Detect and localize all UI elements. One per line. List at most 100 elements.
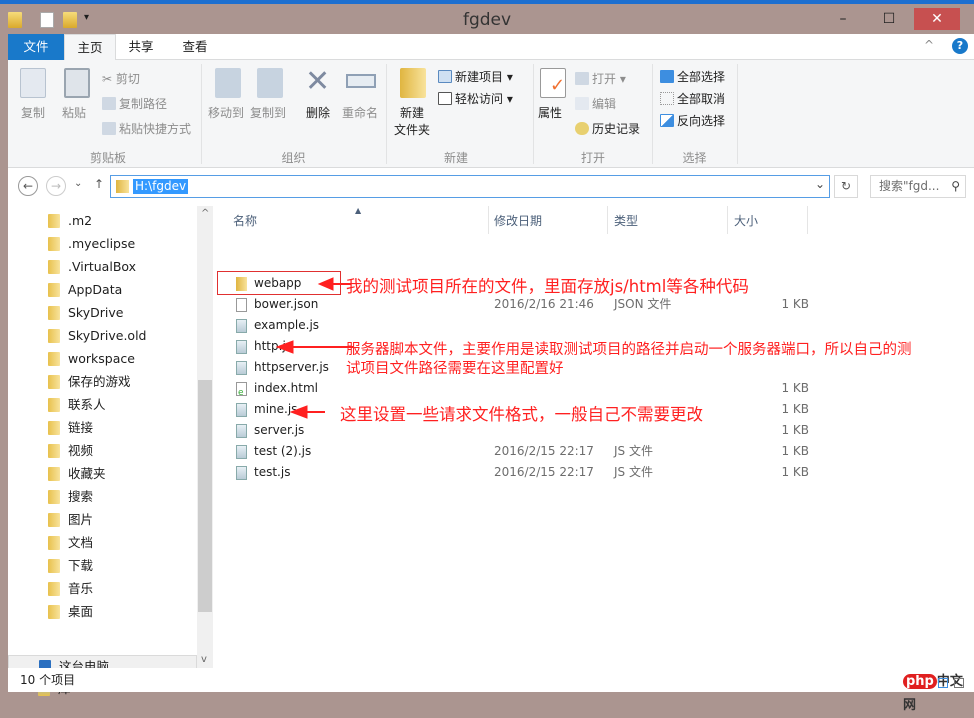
cut-button[interactable]: ✂ 剪切 [102, 70, 140, 87]
select-none-button[interactable]: 全部取消 [660, 90, 725, 107]
sidebar-item[interactable]: 搜索 [8, 486, 198, 508]
copy-button[interactable]: 复制 [21, 104, 45, 121]
paste-shortcut-icon [102, 122, 116, 135]
copy-path-icon [102, 97, 116, 110]
refresh-button[interactable]: ↻ [834, 175, 858, 198]
scroll-up-icon[interactable]: ^ [201, 208, 209, 219]
invert-selection-label: 反向选择 [677, 114, 726, 128]
easy-access-label: 轻松访问 ▾ [455, 92, 513, 106]
folder-icon [48, 214, 60, 228]
sidebar-item[interactable]: SkyDrive.old [8, 325, 198, 347]
folder-icon [48, 490, 60, 504]
sidebar-item[interactable]: 视频 [8, 440, 198, 462]
address-dropdown-icon[interactable]: ⌄ [815, 177, 825, 191]
tab-view[interactable]: 查看 [174, 34, 216, 60]
easy-access-icon [438, 92, 452, 105]
invert-selection-button[interactable]: 反向选择 [660, 112, 725, 129]
sidebar-scroll-thumb[interactable] [198, 380, 212, 612]
sidebar-item-label: 视频 [68, 443, 94, 458]
sidebar-item[interactable]: 文档 [8, 532, 198, 554]
paste-button[interactable]: 粘贴 [62, 104, 86, 121]
sidebar-item-label: 联系人 [68, 397, 106, 412]
collapse-ribbon-icon[interactable]: ^ [924, 38, 934, 52]
new-folder-icon [400, 68, 426, 98]
recent-locations-button[interactable]: ⌄ [74, 178, 82, 189]
up-button[interactable]: ↑ [94, 177, 104, 191]
folder-icon [48, 605, 60, 619]
sidebar-item[interactable]: 图片 [8, 509, 198, 531]
open-label: 打开 ▾ [592, 72, 626, 86]
select-all-button[interactable]: 全部选择 [660, 68, 725, 85]
select-none-label: 全部取消 [677, 92, 726, 106]
tab-home[interactable]: 主页 [64, 34, 116, 61]
sidebar-item[interactable]: workspace [8, 348, 198, 370]
cut-label: 剪切 [115, 72, 140, 86]
address-path[interactable]: H:\fgdev [133, 179, 189, 194]
sidebar-item-label: 收藏夹 [68, 466, 106, 481]
folder-icon [48, 421, 60, 435]
arrow-http-head [275, 340, 294, 354]
new-item-icon [438, 70, 452, 83]
search-placeholder: 搜索"fgd... [879, 179, 940, 193]
sidebar-item[interactable]: 桌面 [8, 601, 198, 623]
folder-icon [48, 352, 60, 366]
sidebar-item[interactable]: 收藏夹 [8, 463, 198, 485]
sidebar-item-label: 搜索 [68, 489, 94, 504]
edit-button[interactable]: 编辑 [575, 95, 616, 112]
sidebar-item-label: SkyDrive.old [68, 328, 147, 343]
group-label-clipboard: 剪贴板 [89, 151, 126, 165]
rename-button[interactable]: 重命名 [342, 104, 378, 121]
help-icon[interactable]: ? [952, 38, 968, 54]
sidebar-item[interactable]: 链接 [8, 417, 198, 439]
back-button[interactable]: ← [18, 176, 38, 196]
new-folder-button[interactable]: 新建 [400, 104, 424, 121]
history-button[interactable]: 历史记录 [575, 120, 640, 137]
large-icons-view-button[interactable] [954, 678, 964, 688]
folder-icon [48, 582, 60, 596]
close-button[interactable]: ✕ [914, 8, 960, 30]
sidebar-item-label: 下载 [68, 558, 94, 573]
sidebar-item[interactable]: 音乐 [8, 578, 198, 600]
tab-share[interactable]: 共享 [120, 34, 162, 60]
folder-icon [48, 329, 60, 343]
sidebar-item-label: SkyDrive [68, 305, 124, 320]
scissors-icon: ✂ [102, 72, 116, 86]
copy-to-button[interactable]: 复制到 [250, 104, 286, 121]
sidebar-item-label: 桌面 [68, 604, 94, 619]
sidebar-item[interactable]: 下载 [8, 555, 198, 577]
annotation-webapp: 我的测试项目所在的文件，里面存放js/html等各种代码 [346, 277, 749, 296]
minimize-button[interactable]: – [820, 8, 866, 30]
status-bar: 10 个项目 php 中文网 [8, 668, 974, 713]
tab-file[interactable]: 文件 [8, 34, 64, 60]
properties-button[interactable]: 属性 [538, 104, 562, 121]
address-bar[interactable]: H:\fgdev ⌄ [110, 175, 830, 198]
delete-button[interactable]: 删除 [306, 104, 330, 121]
search-input[interactable]: 搜索"fgd... ⚲ [870, 175, 966, 198]
copy-icon [20, 68, 46, 98]
scroll-down-icon[interactable]: v [201, 654, 207, 665]
arrow-mine-head [289, 405, 308, 419]
folder-icon [48, 260, 60, 274]
details-view-button[interactable] [938, 678, 948, 688]
paste-shortcut-button[interactable]: 粘贴快捷方式 [102, 120, 191, 137]
new-item-button[interactable]: 新建项目 ▾ [438, 68, 513, 85]
group-label-organize: 组织 [281, 151, 306, 165]
folder-icon [48, 398, 60, 412]
move-to-button[interactable]: 移动到 [208, 104, 244, 121]
annotation-mine: 这里设置一些请求文件格式，一般自己不需要更改 [340, 405, 703, 424]
sidebar-item[interactable]: .m2 [8, 210, 198, 232]
sidebar-item[interactable]: AppData [8, 279, 198, 301]
copy-path-button[interactable]: 复制路径 [102, 95, 167, 112]
sidebar-item[interactable]: 联系人 [8, 394, 198, 416]
sidebar-item[interactable]: 保存的游戏 [8, 371, 198, 393]
maximize-button[interactable]: ☐ [866, 8, 912, 30]
folder-icon [48, 375, 60, 389]
easy-access-button[interactable]: 轻松访问 ▾ [438, 90, 513, 107]
sidebar-item[interactable]: .VirtualBox [8, 256, 198, 278]
sidebar-item[interactable]: SkyDrive [8, 302, 198, 324]
annotation-http-line1: 服务器脚本文件，主要作用是读取测试项目的路径并启动一个服务器端口，所以自己的测 [346, 342, 912, 358]
new-item-label: 新建项目 ▾ [455, 70, 513, 84]
forward-button[interactable]: → [46, 176, 66, 196]
sidebar-item[interactable]: .myeclipse [8, 233, 198, 255]
open-button[interactable]: 打开 ▾ [575, 70, 626, 87]
